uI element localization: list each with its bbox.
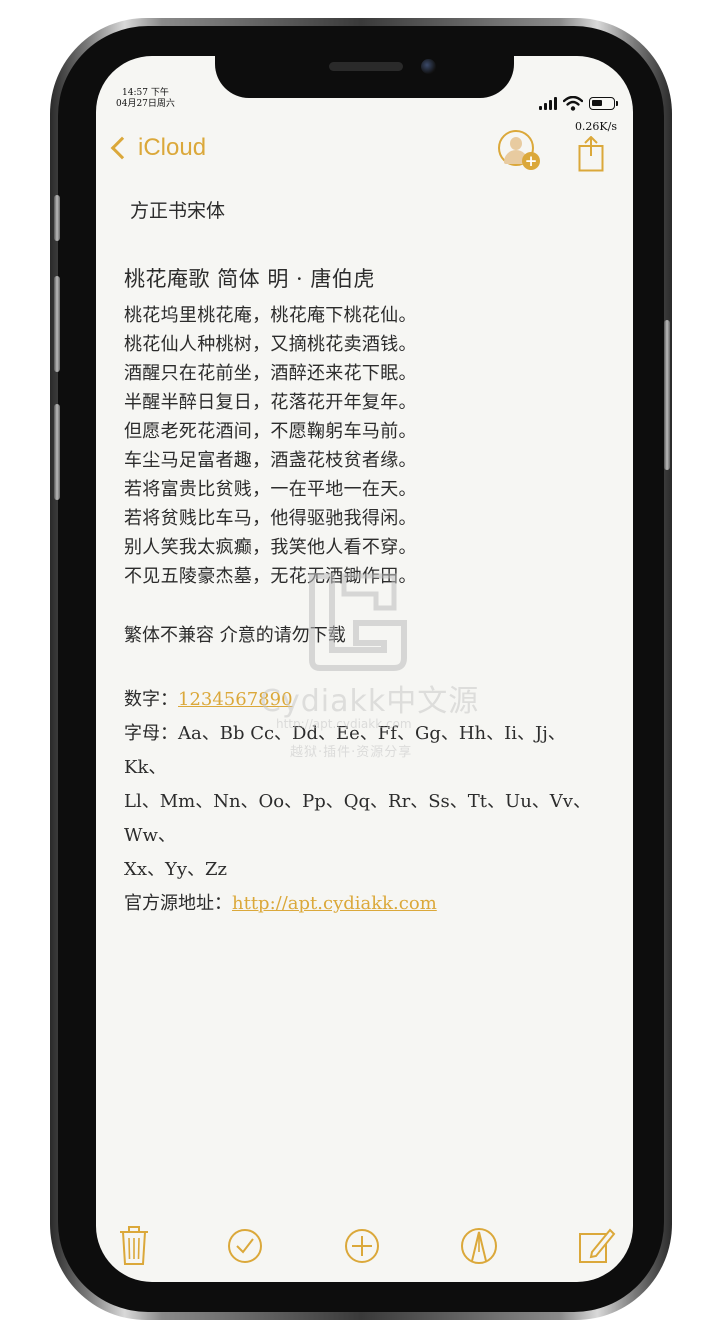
poem-line: 酒醒只在花前坐，酒醉还来花下眠。 <box>124 363 417 384</box>
poem: 桃花坞里桃花庵，桃花庵下桃花仙。 桃花仙人种桃树，又摘桃花卖酒钱。 酒醒只在花前… <box>124 301 604 591</box>
status-clock: 14:57 下午 04月27日周六 <box>116 88 175 110</box>
status-time: 14:57 下午 <box>122 88 169 98</box>
checklist-icon[interactable] <box>225 1224 265 1268</box>
poem-line: 别人笑我太疯癫，我笑他人看不穿。 <box>124 537 417 558</box>
notes-screen: 14:57 下午 04月27日周六 0.26K/s iCloud + 方正书宋体… <box>96 56 633 1282</box>
poem-line: 半醒半醉日复日，花落花开年复年。 <box>124 392 417 413</box>
silent-switch <box>54 195 60 241</box>
letters-text-1: Aa、Bb Cc、Dd、Ee、Ff、Gg、Hh、Ii、Jj、Kk、 <box>124 723 566 778</box>
letters-line: 字母：Aa、Bb Cc、Dd、Ee、Ff、Gg、Hh、Ii、Jj、Kk、 <box>124 717 604 785</box>
volume-down-button <box>54 404 60 500</box>
power-button <box>664 320 670 470</box>
letters-line: Ll、Mm、Nn、Oo、Pp、Qq、Rr、Ss、Tt、Uu、Vv、Ww、 <box>124 791 591 846</box>
source-url-link[interactable]: http://apt.cydiakk.com <box>232 893 437 914</box>
add-people-button[interactable]: + <box>498 130 540 170</box>
person-head-icon <box>510 137 522 150</box>
battery-level <box>592 100 602 106</box>
network-speed: 0.26K/s <box>574 120 617 133</box>
status-date: 04月27日周六 <box>116 99 175 109</box>
letters-line: Xx、Yy、Zz <box>124 859 228 880</box>
compatibility-notice: 繁体不兼容 介意的请勿下载 <box>124 625 346 646</box>
status-indicators <box>539 96 618 111</box>
poem-line: 不见五陵豪杰墓，无花无酒锄作田。 <box>124 566 417 587</box>
digits-label: 数字： <box>124 689 178 710</box>
share-icon[interactable] <box>578 136 604 172</box>
poem-title: 桃花庵歌 简体 明 · 唐伯虎 <box>124 267 375 291</box>
letters-label: 字母： <box>124 723 178 744</box>
digits-line: 数字：1234567890 <box>124 683 604 717</box>
poem-line: 桃花仙人种桃树，又摘桃花卖酒钱。 <box>124 334 417 355</box>
poem-line: 车尘马足富者趣，酒盏花枝贫者缘。 <box>124 450 417 471</box>
compose-icon[interactable] <box>576 1224 616 1268</box>
add-icon[interactable] <box>342 1224 382 1268</box>
volume-up-button <box>54 276 60 372</box>
markup-icon[interactable] <box>459 1224 499 1268</box>
notch <box>215 56 514 98</box>
earpiece <box>329 62 403 71</box>
front-camera <box>421 59 436 74</box>
plus-badge-icon: + <box>522 152 540 170</box>
trash-icon[interactable] <box>114 1224 154 1268</box>
chevron-left-icon <box>110 136 134 160</box>
battery-icon <box>589 97 618 110</box>
wifi-icon <box>563 96 583 111</box>
back-label: iCloud <box>138 134 207 161</box>
back-button[interactable]: iCloud <box>108 134 206 162</box>
bottom-toolbar <box>96 1224 633 1268</box>
source-label: 官方源地址： <box>124 893 232 914</box>
digits-link[interactable]: 1234567890 <box>178 689 293 710</box>
phone-mockup: 14:57 下午 04月27日周六 0.26K/s iCloud + 方正书宋体… <box>0 0 713 1334</box>
font-name: 方正书宋体 <box>130 200 226 222</box>
poem-line: 若将贫贱比车马，他得驱驰我得闲。 <box>124 508 417 529</box>
poem-line: 若将富贵比贫贱，一在平地一在天。 <box>124 479 417 500</box>
poem-line: 但愿老死花酒间，不愿鞠躬车马前。 <box>124 421 417 442</box>
source-line: 官方源地址：http://apt.cydiakk.com <box>124 887 604 921</box>
cellular-signal-icon <box>539 97 557 110</box>
poem-line: 桃花坞里桃花庵，桃花庵下桃花仙。 <box>124 305 417 326</box>
note-body[interactable]: 方正书宋体 桃花庵歌 简体 明 · 唐伯虎 桃花坞里桃花庵，桃花庵下桃花仙。 桃… <box>124 196 604 921</box>
